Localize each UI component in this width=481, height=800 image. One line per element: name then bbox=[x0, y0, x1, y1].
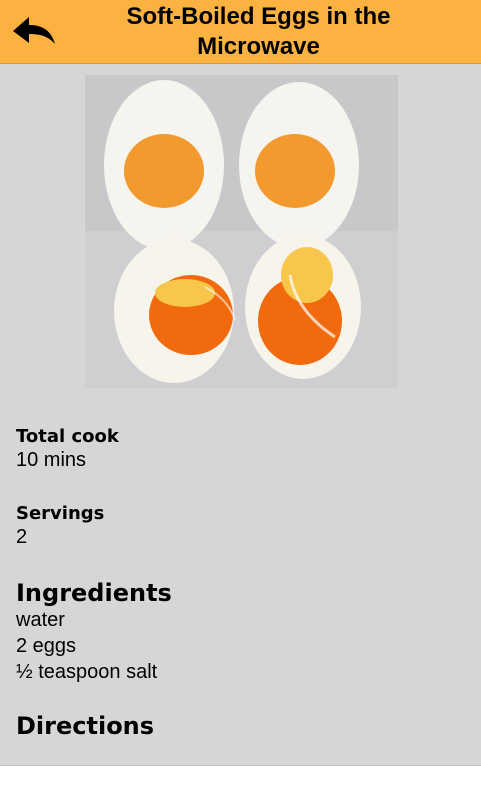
total-cook-label: Total cook bbox=[16, 426, 119, 447]
directions-section: Directions bbox=[16, 712, 154, 740]
back-arrow-icon bbox=[13, 17, 55, 44]
ingredients-heading: Ingredients bbox=[16, 579, 172, 607]
directions-heading: Directions bbox=[16, 712, 155, 740]
ingredients-section: Ingredients water 2 eggs ½ teaspoon salt bbox=[16, 579, 172, 685]
servings-value: 2 bbox=[16, 526, 28, 548]
app-header: Soft-Boiled Eggs in the Microwave bbox=[0, 0, 481, 64]
recipe-photo bbox=[85, 75, 398, 388]
recipe-content: Total cook 10 mins Servings 2 Ingredient… bbox=[0, 64, 481, 766]
back-button[interactable] bbox=[10, 14, 58, 50]
total-cook-value: 10 mins bbox=[16, 449, 87, 471]
ingredient-item: 2 eggs bbox=[16, 635, 77, 657]
ingredient-item: water bbox=[16, 609, 65, 631]
servings-label: Servings bbox=[16, 503, 105, 524]
total-cook-section: Total cook 10 mins bbox=[16, 426, 119, 473]
servings-section: Servings 2 bbox=[16, 503, 104, 550]
ingredient-item: ½ teaspoon salt bbox=[16, 661, 158, 683]
page-title: Soft-Boiled Eggs in the Microwave bbox=[126, 3, 391, 60]
